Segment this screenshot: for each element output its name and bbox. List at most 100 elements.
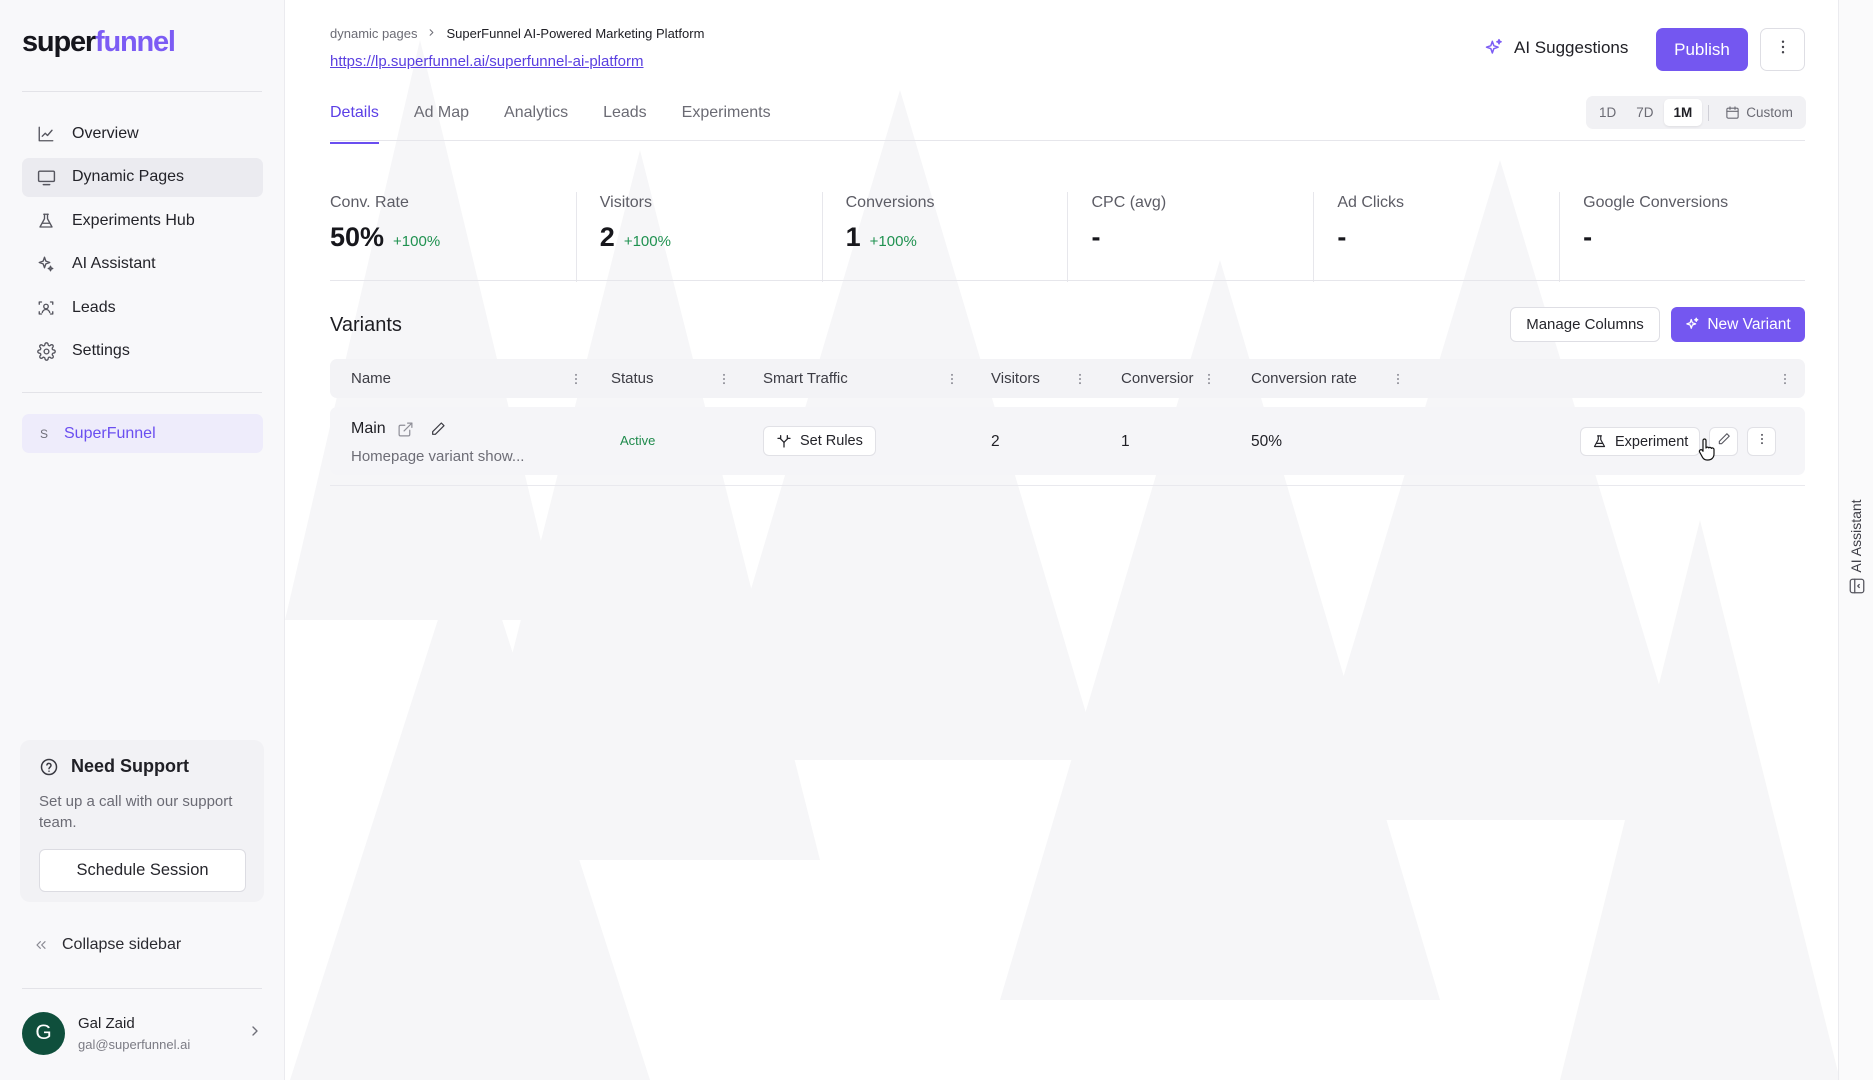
date-range-selector: 1D 7D 1M Custom bbox=[1586, 96, 1806, 129]
panel-left-icon[interactable] bbox=[1848, 577, 1866, 595]
user-menu[interactable]: G Gal Zaid gal@superfunnel.ai bbox=[22, 1010, 263, 1056]
chevron-right-icon bbox=[426, 26, 437, 41]
stat-ad-clicks: Ad Clicks - bbox=[1313, 192, 1559, 282]
help-circle-icon bbox=[39, 757, 59, 777]
tab-details[interactable]: Details bbox=[330, 104, 379, 144]
collapse-sidebar-button[interactable]: Collapse sidebar bbox=[33, 936, 181, 954]
column-label: Conversion rate bbox=[1251, 370, 1357, 387]
tab-ad-map[interactable]: Ad Map bbox=[414, 104, 469, 141]
sidebar-divider bbox=[22, 988, 262, 989]
stats-row: Conv. Rate 50% +100% Visitors 2 +100% Conv… bbox=[330, 192, 1805, 282]
column-menu-icon[interactable] bbox=[1391, 372, 1405, 386]
superfunnel-logo[interactable]: superfunnel bbox=[22, 26, 176, 59]
external-link-icon[interactable] bbox=[397, 421, 414, 438]
column-menu-icon[interactable] bbox=[569, 372, 583, 386]
stat-delta: +100% bbox=[869, 233, 917, 250]
tabs-divider bbox=[330, 140, 1805, 141]
sidebar-nav: Overview Dynamic Pages Experiments Hub A… bbox=[22, 114, 263, 375]
tab-analytics[interactable]: Analytics bbox=[504, 104, 568, 141]
schedule-session-button[interactable]: Schedule Session bbox=[39, 849, 246, 892]
sidebar-item-label: AI Assistant bbox=[72, 255, 156, 272]
table-options-button[interactable] bbox=[1778, 359, 1798, 398]
range-1m[interactable]: 1M bbox=[1663, 99, 1703, 126]
user-name: Gal Zaid bbox=[78, 1014, 135, 1032]
more-options-button[interactable] bbox=[1760, 28, 1805, 71]
flask-icon bbox=[1592, 434, 1607, 449]
ai-suggestions-label: AI Suggestions bbox=[1514, 38, 1629, 57]
ai-suggestions-button[interactable]: AI Suggestions bbox=[1484, 38, 1628, 58]
gear-icon bbox=[36, 341, 56, 361]
pencil-icon[interactable] bbox=[430, 421, 446, 437]
column-menu-icon[interactable] bbox=[717, 372, 731, 386]
column-menu-icon[interactable] bbox=[945, 372, 959, 386]
page-url-link[interactable]: https://lp.superfunnel.ai/superfunnel-ai… bbox=[330, 53, 644, 70]
status-text: Active bbox=[620, 433, 656, 448]
status-badge: Active bbox=[620, 433, 655, 448]
column-header-smart-traffic[interactable]: Smart Traffic bbox=[763, 359, 963, 398]
sparkles-icon bbox=[36, 254, 56, 274]
sidebar-item-settings[interactable]: Settings bbox=[22, 332, 263, 371]
stat-label: Google Conversions bbox=[1583, 194, 1729, 211]
column-header-visitors[interactable]: Visitors bbox=[991, 359, 1091, 398]
manage-columns-button[interactable]: Manage Columns bbox=[1510, 307, 1660, 342]
stat-value: - bbox=[1337, 222, 1347, 252]
stat-delta: +100% bbox=[393, 233, 441, 250]
pencil-icon bbox=[1717, 432, 1731, 451]
stat-label: CPC (avg) bbox=[1091, 194, 1167, 211]
range-custom-label: Custom bbox=[1746, 105, 1793, 120]
stat-value: - bbox=[1583, 222, 1593, 252]
column-header-status[interactable]: Status bbox=[611, 359, 731, 398]
stat-value: 1 bbox=[845, 222, 861, 252]
calendar-icon bbox=[1725, 105, 1740, 120]
sidebar-item-dynamic-pages[interactable]: Dynamic Pages bbox=[22, 157, 263, 197]
column-label: Visitors bbox=[991, 370, 1040, 387]
column-label: Smart Traffic bbox=[763, 370, 848, 387]
column-menu-icon[interactable] bbox=[1202, 372, 1216, 386]
variant-more-button[interactable] bbox=[1747, 427, 1777, 456]
sidebar-item-experiments-hub[interactable]: Experiments Hub bbox=[22, 201, 263, 240]
user-email: gal@superfunnel.ai bbox=[78, 1036, 191, 1052]
stat-value: 50% bbox=[330, 222, 385, 252]
tab-leads[interactable]: Leads bbox=[603, 104, 647, 141]
stat-cpc: CPC (avg) - bbox=[1067, 192, 1313, 282]
publish-button[interactable]: Publish bbox=[1656, 28, 1748, 71]
variant-name[interactable]: Main bbox=[351, 420, 386, 438]
breadcrumb-parent[interactable]: dynamic pages bbox=[330, 26, 417, 41]
sidebar: superfunnel Overview Dynamic Pages Exper… bbox=[0, 0, 285, 1080]
column-header-name[interactable]: Name bbox=[351, 359, 577, 398]
main-content: dynamic pages SuperFunnel AI-Powered Mar… bbox=[330, 0, 1806, 1080]
column-header-conversions[interactable]: Conversior bbox=[1121, 359, 1221, 398]
stat-conv-rate: Conv. Rate 50% +100% bbox=[330, 192, 576, 282]
stat-visitors: Visitors 2 +100% bbox=[575, 192, 822, 282]
range-custom[interactable]: Custom bbox=[1715, 99, 1803, 126]
table-row[interactable]: Main Homepage variant show... Active Set… bbox=[330, 407, 1805, 475]
column-label: Conversior bbox=[1121, 370, 1194, 387]
variants-title: Variants bbox=[330, 314, 402, 336]
stat-conversions: Conversions 1 +100% bbox=[821, 192, 1068, 282]
sidebar-item-ai-assistant[interactable]: AI Assistant bbox=[22, 245, 263, 284]
new-variant-button[interactable]: New Variant bbox=[1671, 307, 1805, 342]
column-header-conversion-rate[interactable]: Conversion rate bbox=[1251, 359, 1411, 398]
sidebar-item-leads[interactable]: Leads bbox=[22, 288, 263, 327]
conversions-value: 1 bbox=[1121, 433, 1130, 450]
range-1d[interactable]: 1D bbox=[1589, 99, 1626, 126]
stat-delta: +100% bbox=[623, 233, 671, 250]
set-rules-label: Set Rules bbox=[800, 433, 863, 449]
workspace-switcher[interactable]: S SuperFunnel bbox=[22, 414, 263, 453]
set-rules-button[interactable]: Set Rules bbox=[763, 426, 876, 456]
sidebar-item-label: Leads bbox=[72, 298, 116, 316]
conversion-rate-value: 50% bbox=[1251, 433, 1283, 450]
tab-experiments[interactable]: Experiments bbox=[682, 104, 771, 141]
support-text: Set up a call with our support team. bbox=[39, 793, 233, 831]
stat-label: Visitors bbox=[599, 194, 652, 211]
sidebar-item-label: Overview bbox=[72, 124, 139, 142]
column-menu-icon[interactable] bbox=[1073, 372, 1087, 386]
range-7d[interactable]: 7D bbox=[1626, 99, 1663, 126]
experiment-button[interactable]: Experiment bbox=[1580, 427, 1701, 456]
ai-assistant-toggle[interactable]: AI Assistant bbox=[1844, 486, 1868, 586]
row-actions: Experiment bbox=[1580, 427, 1777, 456]
sidebar-item-label: Settings bbox=[72, 342, 130, 359]
more-vertical-icon bbox=[1755, 432, 1769, 451]
sidebar-item-overview[interactable]: Overview bbox=[22, 114, 263, 153]
smart-traffic-cell: Set Rules bbox=[763, 426, 876, 456]
